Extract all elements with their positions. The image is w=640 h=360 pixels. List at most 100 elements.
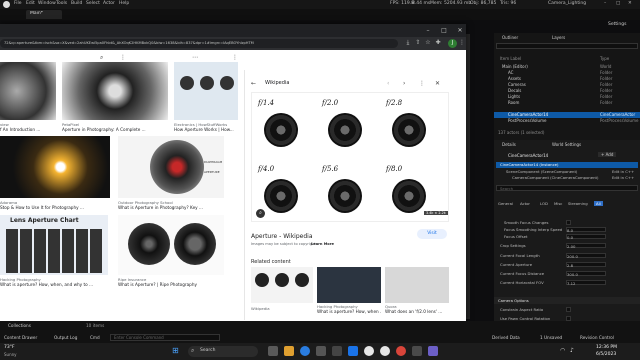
property-row[interactable]: Current Horizontal FOV 7.12: [494, 279, 640, 286]
more-menu-icon[interactable]: ⋮: [120, 54, 126, 61]
output-log-button[interactable]: Output Log: [54, 335, 77, 340]
col-item-label[interactable]: Item Label: [500, 56, 521, 61]
filter-tab-lod[interactable]: LOD: [540, 201, 548, 206]
settings-button[interactable]: Settings: [608, 22, 626, 27]
lens-search-icon[interactable]: ⌕: [256, 209, 265, 218]
related-title[interactable]: What does an 'f/2.0 lens' ...: [385, 309, 449, 314]
edge-icon[interactable]: [300, 346, 310, 356]
related-image[interactable]: [385, 267, 449, 303]
minimize-icon[interactable]: –: [604, 1, 606, 6]
property-value[interactable]: 200.0: [566, 253, 606, 259]
store-icon[interactable]: [348, 346, 358, 356]
clock-time[interactable]: 12:36 PM: [596, 345, 617, 350]
app-icon[interactable]: [332, 346, 342, 356]
file-explorer-icon[interactable]: [284, 346, 294, 356]
related-title[interactable]: What is aperture? How, when ...: [317, 309, 381, 314]
taskbar-search[interactable]: ⌕ Search: [188, 346, 258, 357]
result-image[interactable]: [174, 62, 238, 120]
wifi-icon[interactable]: ◠: [560, 347, 565, 354]
menu-tools[interactable]: Tools: [56, 1, 67, 6]
layers-tab[interactable]: Layers: [552, 35, 565, 40]
property-row[interactable]: Focus Smoothing Interp Speed 8.0: [494, 226, 640, 233]
app-icon[interactable]: [412, 346, 422, 356]
outliner-row[interactable]: Room Folder: [494, 100, 640, 106]
minimize-icon[interactable]: –: [424, 27, 432, 35]
result-image[interactable]: [0, 62, 56, 120]
property-row[interactable]: Current Focus Distance 300.0: [494, 270, 640, 277]
panel-source[interactable]: Wikipedia: [265, 80, 289, 86]
preview-title[interactable]: Aperture - Wikipedia: [251, 233, 313, 240]
revision-control-button[interactable]: Revision Control: [580, 335, 614, 340]
weather-temp[interactable]: 73°F: [4, 345, 15, 350]
more-menu-icon[interactable]: ⋮: [458, 39, 466, 47]
result-image[interactable]: Lens Aperture Chart: [0, 215, 108, 275]
app-icon[interactable]: [428, 346, 438, 356]
property-row[interactable]: Constrain Aspect Ratio: [494, 306, 640, 313]
unreal-engine-icon[interactable]: [364, 346, 374, 356]
unreal-logo-icon[interactable]: [3, 1, 10, 8]
bookmark-star-icon[interactable]: ☆: [424, 39, 432, 47]
result-image[interactable]: [0, 136, 110, 198]
result-title[interactable]: How Aperture Works | How...: [174, 127, 238, 132]
property-row[interactable]: Smooth Focus Changes: [494, 219, 640, 226]
property-value[interactable]: 2.00: [566, 243, 606, 249]
derived-data-button[interactable]: Derived Data: [492, 335, 520, 340]
component-row-selected[interactable]: CineCameraActor14 (Instance): [496, 162, 638, 168]
download-icon[interactable]: ⤓: [404, 39, 412, 47]
add-component-button[interactable]: + Add: [598, 152, 617, 157]
outliner-search-input[interactable]: [496, 43, 638, 49]
app-icon[interactable]: [316, 346, 326, 356]
next-arrow-icon[interactable]: ›: [403, 80, 405, 87]
component-row[interactable]: CameraComponent (CineCameraComponent) Ed…: [496, 175, 638, 181]
unsaved-button[interactable]: 1 Unsaved: [540, 335, 562, 340]
property-row[interactable]: Current Focal Length 200.0: [494, 252, 640, 259]
cmd-dropdown[interactable]: Cmd: [90, 335, 100, 340]
property-checkbox[interactable]: [566, 220, 571, 225]
avatar[interactable]: J: [448, 39, 457, 48]
app-icon[interactable]: [268, 346, 278, 356]
menu-select[interactable]: Select: [86, 1, 100, 6]
extensions-icon[interactable]: ✚: [434, 39, 442, 47]
result-title[interactable]: Stop & How to Use It for Photography ...: [0, 205, 110, 210]
menu-actor[interactable]: Actor: [103, 1, 115, 6]
property-row[interactable]: Current Aperture 2.8: [494, 261, 640, 268]
menu-help[interactable]: Help: [119, 1, 129, 6]
maximize-icon[interactable]: □: [440, 27, 448, 35]
filter-tab-misc[interactable]: Misc: [554, 201, 562, 206]
collections-label[interactable]: Collections: [8, 323, 31, 328]
close-icon[interactable]: ✕: [456, 27, 464, 35]
filter-tab-all[interactable]: All: [594, 201, 603, 206]
preview-image[interactable]: f/1.4 f/2.0 f/2.8 f/4.0 f/5.6 f/8.0 ⌕ 3.…: [251, 92, 449, 222]
property-value[interactable]: 7.12: [566, 280, 606, 286]
result-title[interactable]: f An Introduction ...: [0, 127, 56, 132]
filter-tab-general[interactable]: General: [498, 201, 513, 206]
edit-in-cpp-link[interactable]: Edit in C++: [612, 175, 634, 180]
learn-more-link[interactable]: Learn More: [311, 242, 334, 246]
property-value[interactable]: 2.8: [566, 262, 606, 268]
chrome-icon[interactable]: [396, 346, 406, 356]
category-header[interactable]: Camera Options: [494, 297, 640, 304]
details-search-input[interactable]: Search: [496, 185, 638, 191]
edit-in-cpp-link[interactable]: Edit in C++: [612, 169, 634, 174]
result-title[interactable]: What is Aperture? | Ripe Photography: [118, 282, 224, 287]
property-row[interactable]: Crop Settings 2.00: [494, 242, 640, 249]
menu-window[interactable]: Window: [38, 1, 56, 6]
console-input[interactable]: Enter Console Command: [110, 334, 220, 341]
filter-tab-streaming[interactable]: Streaming: [568, 201, 588, 206]
volume-icon[interactable]: ♪: [570, 347, 574, 354]
col-type[interactable]: Type: [600, 56, 609, 61]
outliner-row[interactable]: PostProcessVolume PostProcessVolume: [494, 118, 640, 124]
property-value[interactable]: 8.0: [566, 227, 606, 233]
world-settings-tab[interactable]: World Settings: [552, 142, 581, 147]
close-icon[interactable]: ✕: [628, 1, 632, 6]
menu-file[interactable]: File: [14, 1, 22, 6]
result-image[interactable]: [62, 62, 168, 120]
address-bar[interactable]: 72&q=aperture&tbm=isch&sa=X&ved=2ahUKEwi…: [0, 39, 398, 48]
windows-start-icon[interactable]: ⊞: [172, 346, 179, 356]
back-arrow-icon[interactable]: ←: [251, 80, 256, 87]
property-value[interactable]: 0.0: [566, 234, 606, 240]
prev-arrow-icon[interactable]: ‹: [387, 80, 389, 87]
property-row[interactable]: Focus Offset 0.0: [494, 233, 640, 240]
outliner-tab[interactable]: Outliner: [502, 35, 518, 40]
close-icon[interactable]: ✕: [435, 80, 440, 87]
